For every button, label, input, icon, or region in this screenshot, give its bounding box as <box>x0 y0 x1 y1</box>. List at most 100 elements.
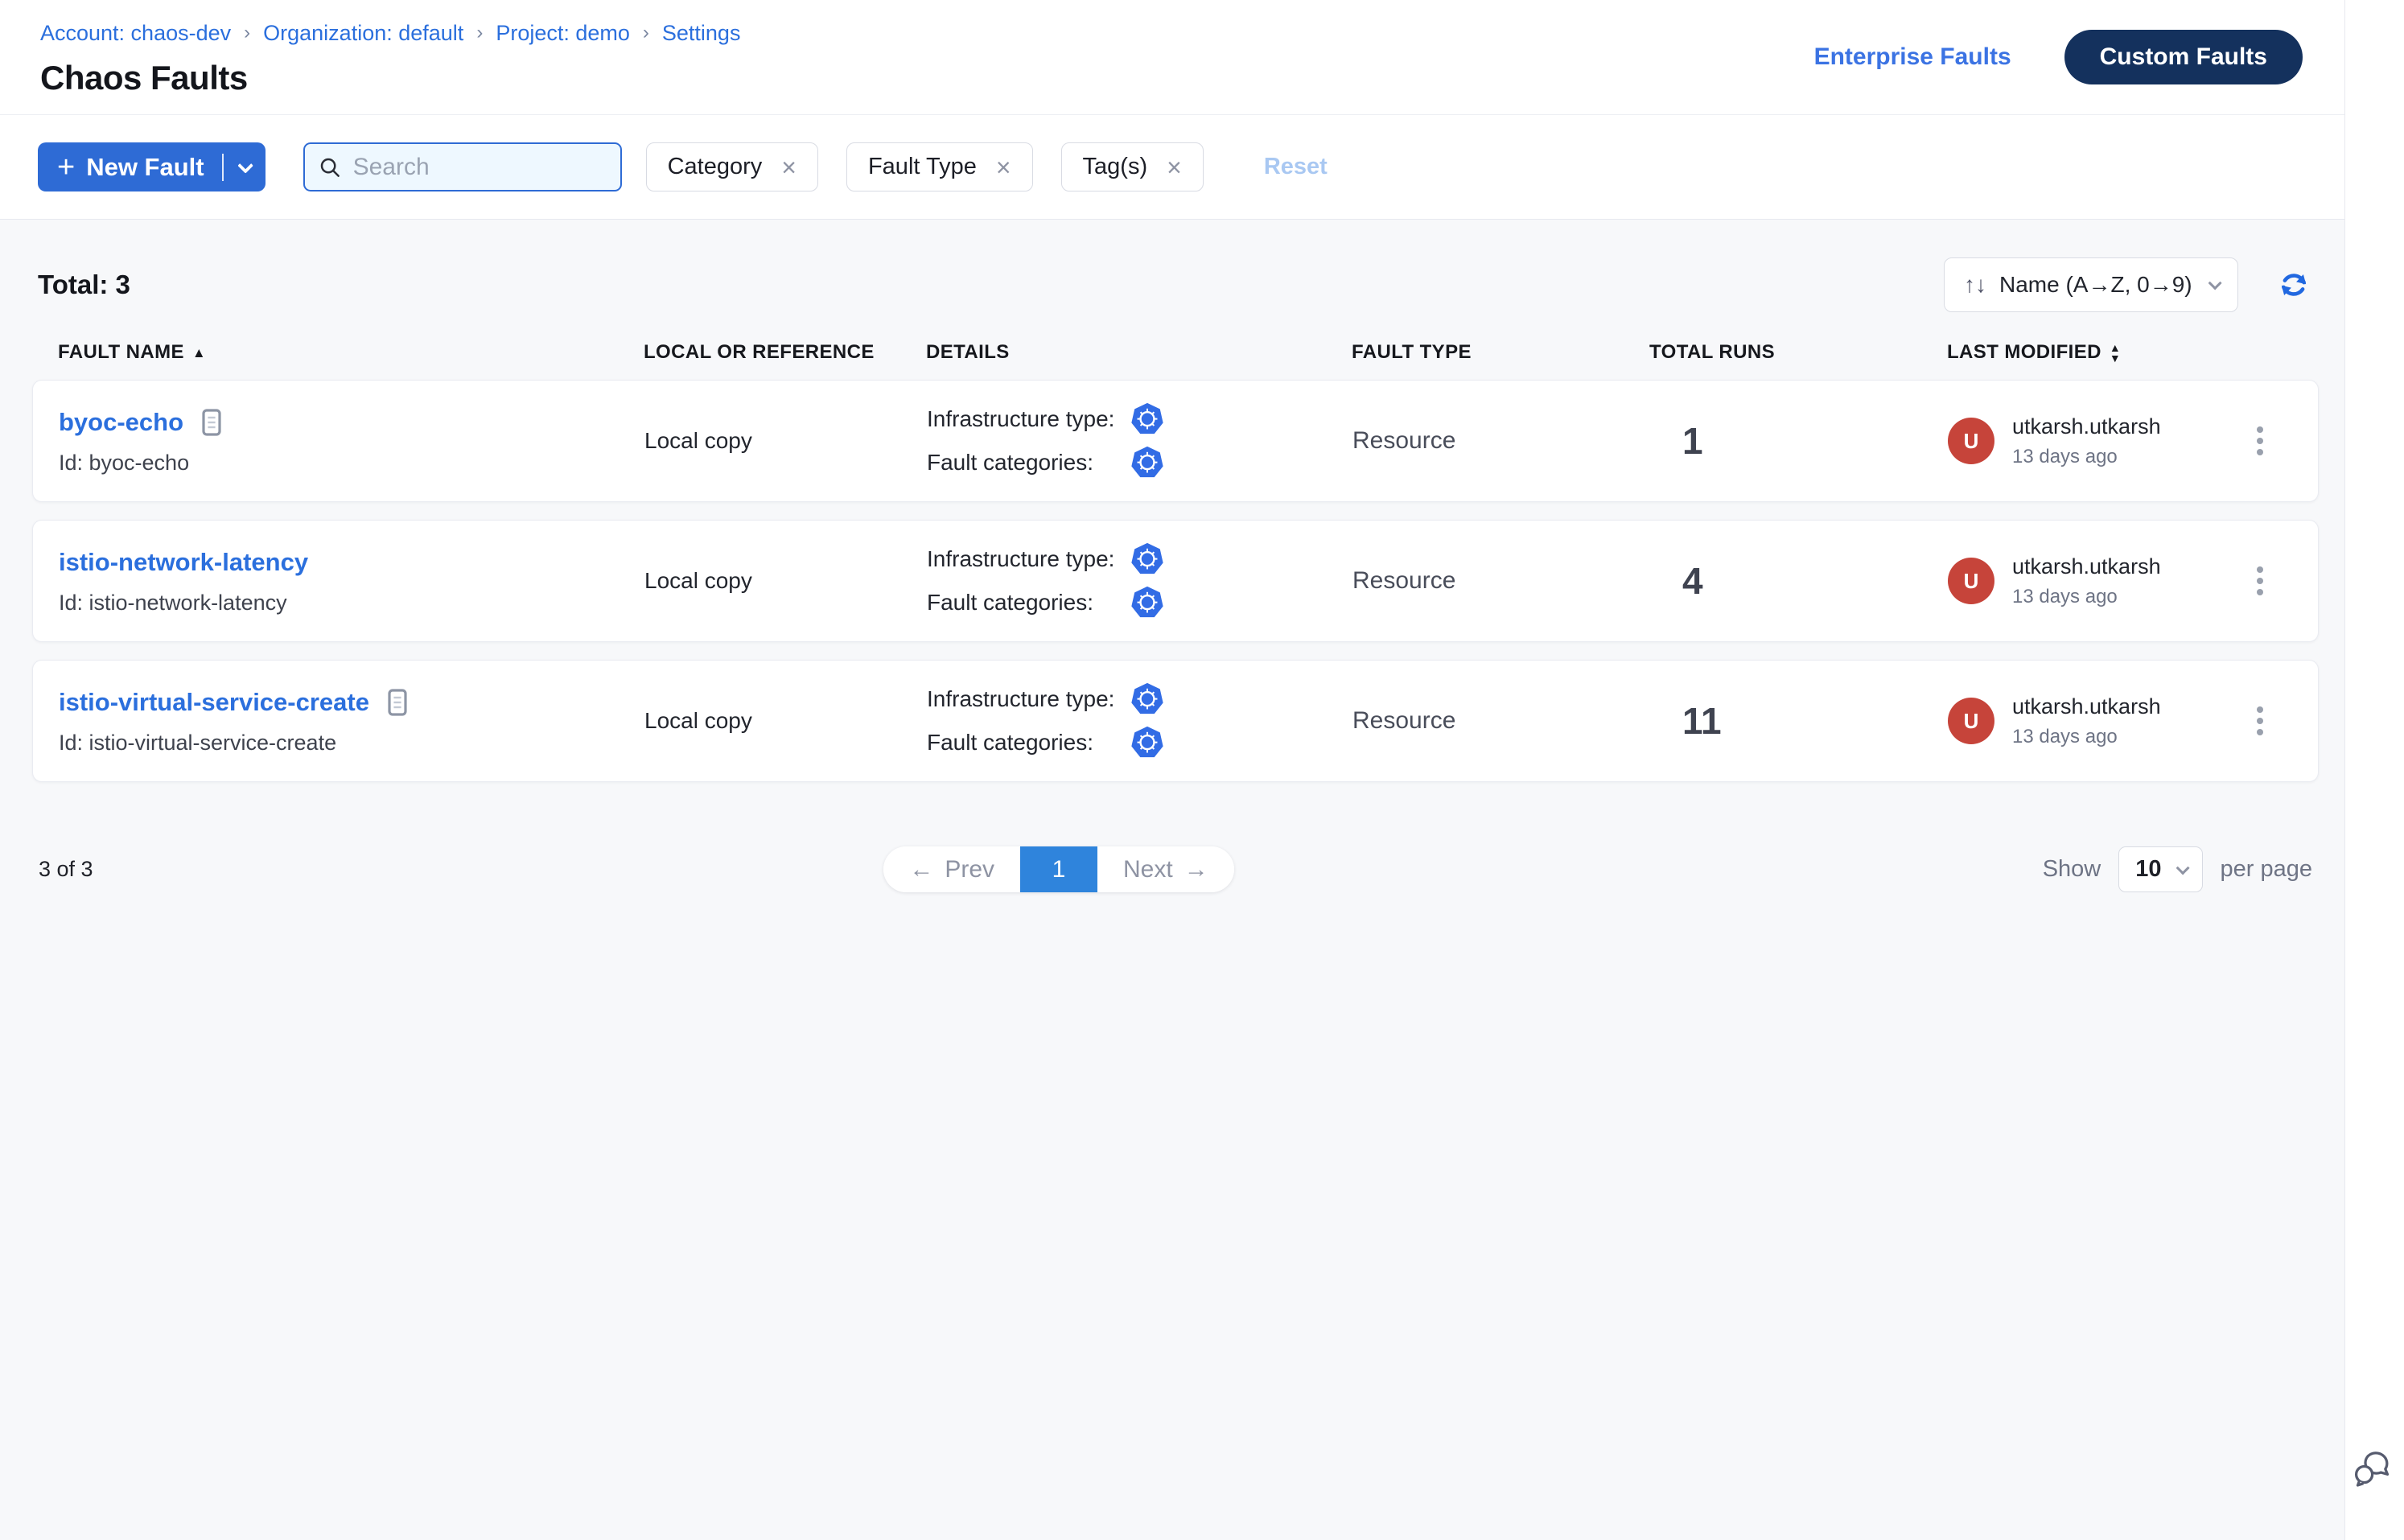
modified-at: 13 days ago <box>2012 586 2161 608</box>
fault-categories-label: Fault categories: <box>927 590 1130 616</box>
page-size-select[interactable]: 10 <box>2118 846 2202 892</box>
column-last-modified[interactable]: LAST MODIFIED ▲ ▼ <box>1947 341 2221 364</box>
column-local-or-reference: LOCAL OR REFERENCE <box>644 341 926 364</box>
kubernetes-icon <box>1130 725 1165 760</box>
new-fault-button[interactable]: + New Fault <box>38 142 266 191</box>
app-root: Account: chaos-dev › Organization: defau… <box>0 0 2404 1540</box>
plus-icon: + <box>57 152 75 183</box>
next-page-button[interactable]: Next → <box>1097 846 1234 892</box>
search-icon <box>318 155 342 179</box>
row-menu-kebab-icon[interactable] <box>2249 558 2271 603</box>
sort-ascending-icon: ▲ <box>192 346 206 360</box>
fault-name-link[interactable]: istio-virtual-service-create <box>59 688 369 717</box>
chevron-down-icon <box>2176 861 2189 875</box>
details-cell: Infrastructure type: <box>927 541 1352 620</box>
filter-category-label: Category <box>668 154 763 180</box>
sort-updown-icon: ↑↓ <box>1964 272 1986 298</box>
close-icon[interactable]: × <box>996 154 1011 180</box>
chat-bubbles-icon[interactable] <box>2353 1450 2393 1489</box>
breadcrumb: Account: chaos-dev › Organization: defau… <box>40 21 740 46</box>
arrow-left-icon: ← <box>909 856 933 883</box>
copy-manifest-icon[interactable] <box>198 406 225 439</box>
sort-up-icon: ▲ <box>2110 343 2121 352</box>
local-or-reference-value: Local copy <box>644 428 927 454</box>
fault-id: Id: byoc-echo <box>59 451 644 476</box>
fault-name-link[interactable]: byoc-echo <box>59 408 183 437</box>
modified-by: utkarsh.utkarsh <box>2012 554 2161 579</box>
prev-label: Prev <box>945 856 994 883</box>
modified-by: utkarsh.utkarsh <box>2012 694 2161 719</box>
last-modified-cell: U utkarsh.utkarsh 13 days ago <box>1948 694 2221 748</box>
filter-tags[interactable]: Tag(s) × <box>1061 142 1204 191</box>
column-details-label: DETAILS <box>926 341 1010 364</box>
filter-pills: Category × Fault Type × Tag(s) × <box>646 142 1204 191</box>
table-row[interactable]: istio-network-latency Id: istio-network-… <box>32 520 2319 642</box>
fault-id: Id: istio-virtual-service-create <box>59 731 644 756</box>
right-strip <box>2345 0 2404 1540</box>
details-cell: Infrastructure type: <box>927 401 1352 480</box>
list-head-controls: ↑↓ Name (A→Z, 0→9) <box>1944 257 2312 312</box>
table-row[interactable]: byoc-echo Id: byoc-echo Local copy <box>32 380 2319 502</box>
last-modified-cell: U utkarsh.utkarsh 13 days ago <box>1948 414 2221 468</box>
fault-cell: byoc-echo Id: byoc-echo <box>59 406 644 476</box>
kubernetes-icon <box>1130 401 1165 437</box>
fault-name-link[interactable]: istio-network-latency <box>59 548 308 577</box>
column-total-runs-label: TOTAL RUNS <box>1649 341 1775 364</box>
filter-tags-label: Tag(s) <box>1083 154 1148 180</box>
fault-id: Id: istio-network-latency <box>59 591 644 616</box>
search-input[interactable] <box>353 154 607 181</box>
toolbar: + New Fault Category × Fault Type <box>0 115 2344 220</box>
chevron-down-icon[interactable] <box>237 157 253 173</box>
fault-type-value: Resource <box>1352 567 1650 595</box>
breadcrumb-organization[interactable]: Organization: default <box>263 21 463 46</box>
custom-faults-button[interactable]: Custom Faults <box>2064 30 2303 84</box>
close-icon[interactable]: × <box>781 154 797 180</box>
sort-down-icon: ▼ <box>2110 353 2121 363</box>
enterprise-faults-link[interactable]: Enterprise Faults <box>1814 43 2011 71</box>
avatar: U <box>1948 558 1994 604</box>
breadcrumb-separator-icon: › <box>242 22 252 44</box>
pagination: 3 of 3 ← Prev 1 Next → <box>32 846 2319 892</box>
new-fault-label: New Fault <box>86 153 204 182</box>
prev-page-button[interactable]: ← Prev <box>883 846 1020 892</box>
infrastructure-type-label: Infrastructure type: <box>927 686 1130 712</box>
column-fault-name[interactable]: FAULT NAME ▲ <box>58 341 644 364</box>
header-left: Account: chaos-dev › Organization: defau… <box>40 18 740 97</box>
sort-dropdown[interactable]: ↑↓ Name (A→Z, 0→9) <box>1944 257 2238 312</box>
search-box[interactable] <box>303 142 622 191</box>
fault-cell: istio-virtual-service-create Id: istio-v… <box>59 686 644 756</box>
row-menu-kebab-icon[interactable] <box>2249 698 2271 743</box>
filter-fault-type[interactable]: Fault Type × <box>846 142 1033 191</box>
avatar: U <box>1948 418 1994 464</box>
arrow-right-icon: → <box>1184 856 1208 883</box>
page-size-controls: Show 10 per page <box>1966 846 2312 892</box>
breadcrumb-settings[interactable]: Settings <box>662 21 741 46</box>
last-modified-cell: U utkarsh.utkarsh 13 days ago <box>1948 554 2221 608</box>
chevron-down-icon <box>2208 276 2222 290</box>
copy-manifest-icon[interactable] <box>384 686 411 719</box>
page-size-value: 10 <box>2135 856 2161 883</box>
kubernetes-icon <box>1130 445 1165 480</box>
list-head: Total: 3 ↑↓ Name (A→Z, 0→9) <box>32 257 2319 312</box>
reset-filters-link[interactable]: Reset <box>1264 154 1328 180</box>
modified-by: utkarsh.utkarsh <box>2012 414 2161 439</box>
refresh-icon[interactable] <box>2275 266 2312 303</box>
fault-list: byoc-echo Id: byoc-echo Local copy <box>32 380 2319 782</box>
breadcrumb-project[interactable]: Project: demo <box>496 21 630 46</box>
column-fault-name-label: FAULT NAME <box>58 341 184 364</box>
breadcrumb-account[interactable]: Account: chaos-dev <box>40 21 231 46</box>
total-runs-value: 4 <box>1650 559 1948 603</box>
avatar: U <box>1948 698 1994 744</box>
row-menu-kebab-icon[interactable] <box>2249 418 2271 463</box>
filter-category[interactable]: Category × <box>646 142 818 191</box>
main-area: Account: chaos-dev › Organization: defau… <box>0 0 2345 1540</box>
table-row[interactable]: istio-virtual-service-create Id: istio-v… <box>32 660 2319 782</box>
infrastructure-type-label: Infrastructure type: <box>927 406 1130 432</box>
page-title: Chaos Faults <box>40 59 740 97</box>
close-icon[interactable]: × <box>1167 154 1182 180</box>
breadcrumb-separator-icon: › <box>641 22 651 44</box>
modified-at: 13 days ago <box>2012 726 2161 748</box>
column-fault-type-label: FAULT TYPE <box>1352 341 1472 364</box>
current-page-button[interactable]: 1 <box>1020 846 1097 892</box>
per-page-label: per page <box>2221 856 2313 883</box>
